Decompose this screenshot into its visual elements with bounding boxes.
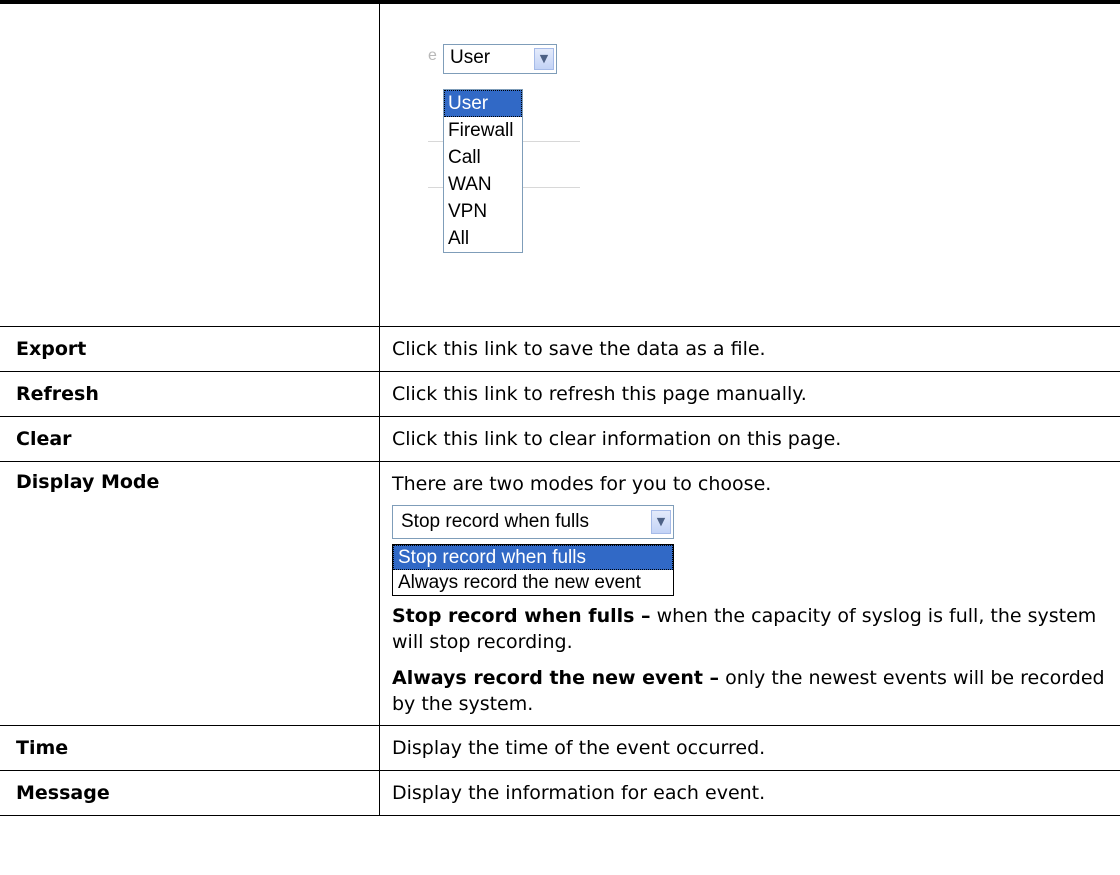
log-type-select[interactable]: User ▼ [443,44,557,74]
display-mode-select[interactable]: Stop record when fulls ▼ [392,505,674,539]
term-refresh: Refresh [0,371,380,417]
table-row-clear: Clear Click this link to clear informati… [0,416,1120,462]
desc-clear: Click this link to clear information on … [379,416,1120,462]
term-clear: Clear [0,416,380,462]
always-record-description: Always record the new event – only the n… [392,665,1110,717]
log-type-options-list: User Firewall Call WAN VPN All [443,89,523,253]
log-type-option-user[interactable]: User [444,90,522,117]
log-type-option-wan[interactable]: WAN [444,171,522,198]
display-mode-options-list: Stop record when fulls Always record the… [392,544,674,596]
cropped-label-fragment: e [428,47,437,64]
table-row-time: Time Display the time of the event occur… [0,725,1120,771]
display-mode-option-always[interactable]: Always record the new event [393,570,673,595]
stop-record-description: Stop record when fulls – when the capaci… [392,603,1110,655]
chevron-down-icon[interactable]: ▼ [534,48,554,70]
display-mode-intro: There are two modes for you to choose. [392,473,772,495]
term-time: Time [0,725,380,771]
display-mode-option-stop[interactable]: Stop record when fulls [393,545,673,570]
display-mode-selected-value: Stop record when fulls [401,511,589,532]
term-export: Export [0,326,380,372]
table-row-log-type: e User ▼ User Firewall Call WAN VPN All [0,0,1120,327]
always-record-term: Always record the new event – [392,667,720,689]
description-table: e User ▼ User Firewall Call WAN VPN All … [0,0,1120,816]
stop-record-term: Stop record when fulls – [392,605,651,627]
desc-display-mode: There are two modes for you to choose. S… [379,461,1120,726]
log-type-selected-value: User [450,47,491,68]
table-row-export: Export Click this link to save the data … [0,326,1120,372]
chevron-down-icon[interactable]: ▼ [651,510,671,534]
desc-export: Click this link to save the data as a fi… [379,326,1120,372]
desc-cell-log-type: e User ▼ User Firewall Call WAN VPN All [379,0,1120,327]
log-type-dropdown-screenshot: e User ▼ User Firewall Call WAN VPN All [392,4,1110,326]
display-mode-dropdown-screenshot: Stop record when fulls ▼ Stop record whe… [392,505,1110,597]
table-row-display-mode: Display Mode There are two modes for you… [0,461,1120,726]
desc-refresh: Click this link to refresh this page man… [379,371,1120,417]
log-type-option-firewall[interactable]: Firewall [444,117,522,144]
log-type-option-vpn[interactable]: VPN [444,198,522,225]
term-display-mode: Display Mode [0,461,380,726]
desc-time: Display the time of the event occurred. [379,725,1120,771]
table-row-message: Message Display the information for each… [0,770,1120,816]
log-type-option-all[interactable]: All [444,225,522,252]
term-cell-empty [0,0,380,327]
table-row-refresh: Refresh Click this link to refresh this … [0,371,1120,417]
term-message: Message [0,770,380,816]
desc-message: Display the information for each event. [379,770,1120,816]
log-type-option-call[interactable]: Call [444,144,522,171]
